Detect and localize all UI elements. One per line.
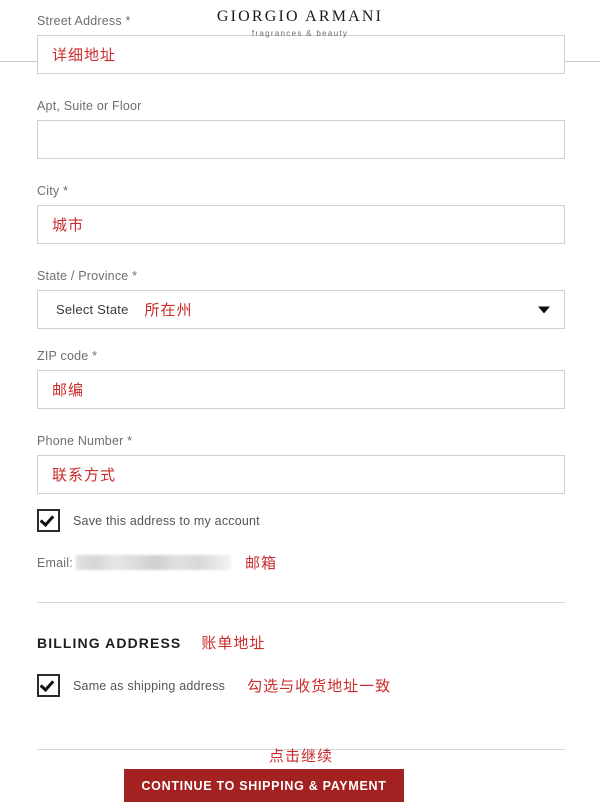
- section-divider-billing: [37, 602, 565, 603]
- field-state-province: State / Province * Select State 所在州: [37, 269, 565, 329]
- billing-address-heading: BILLING ADDRESS 账单地址: [37, 632, 265, 653]
- field-phone-number: Phone Number * 联系方式: [37, 434, 565, 494]
- annotation-state-province: 所在州: [144, 301, 193, 319]
- label-state-province: State / Province *: [37, 269, 138, 283]
- field-city: City * 城市: [37, 184, 565, 244]
- label-zip-code: ZIP code *: [37, 349, 98, 363]
- continue-to-shipping-payment-button[interactable]: CONTINUE TO SHIPPING & PAYMENT: [124, 769, 404, 802]
- billing-address-title: BILLING ADDRESS: [37, 635, 182, 651]
- label-phone-number: Phone Number *: [37, 434, 133, 448]
- label-city: City *: [37, 184, 69, 198]
- annotation-billing-address: 账单地址: [201, 634, 266, 652]
- annotation-continue: 点击继续: [268, 747, 333, 765]
- chevron-down-icon[interactable]: [538, 306, 550, 313]
- checkbox-save-address[interactable]: [37, 509, 60, 532]
- email-value-redacted: [75, 555, 231, 570]
- checkbox-row-save-address[interactable]: Save this address to my account: [37, 509, 260, 532]
- annotation-same-as-shipping: 勾选与收货地址一致: [247, 677, 392, 695]
- annotation-street-address: 详细地址: [52, 46, 117, 64]
- field-street-address: Street Address * 详细地址: [37, 14, 565, 74]
- email-row: Email: 邮箱: [37, 552, 277, 573]
- field-zip-code: ZIP code * 邮编: [37, 349, 565, 409]
- input-zip-code[interactable]: 邮编: [37, 370, 565, 409]
- label-apt-suite-floor: Apt, Suite or Floor: [37, 99, 142, 113]
- annotation-city: 城市: [52, 216, 85, 234]
- select-state-value: Select State: [56, 302, 129, 317]
- select-state-province[interactable]: Select State 所在州: [37, 290, 565, 329]
- label-same-as-shipping: Same as shipping address: [73, 678, 226, 693]
- checkbox-same-as-shipping[interactable]: [37, 674, 60, 697]
- input-phone-number[interactable]: 联系方式: [37, 455, 565, 494]
- annotation-zip-code: 邮编: [52, 381, 85, 399]
- checkbox-row-same-as-shipping[interactable]: Same as shipping address 勾选与收货地址一致: [37, 674, 391, 697]
- annotation-phone-number: 联系方式: [52, 466, 117, 484]
- input-city[interactable]: 城市: [37, 205, 565, 244]
- input-street-address[interactable]: 详细地址: [37, 35, 565, 74]
- label-street-address: Street Address *: [37, 14, 131, 28]
- annotation-email: 邮箱: [244, 554, 277, 572]
- field-apt-suite-floor: Apt, Suite or Floor: [37, 99, 565, 159]
- label-save-address: Save this address to my account: [73, 513, 260, 528]
- label-email: Email:: [37, 555, 73, 570]
- input-apt-suite-floor[interactable]: [37, 120, 565, 159]
